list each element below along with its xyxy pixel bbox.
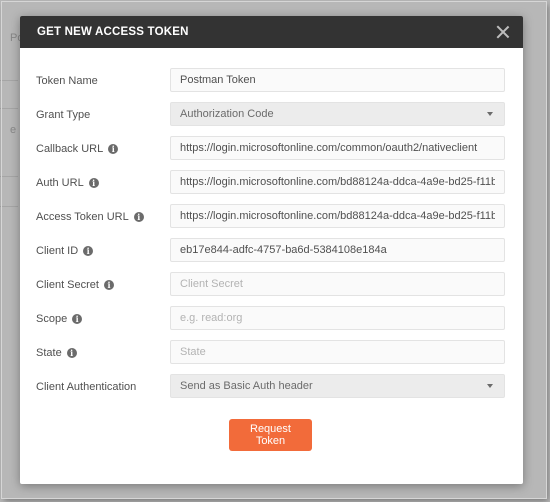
info-icon[interactable]: i <box>66 348 77 358</box>
token-name-label-text: Token Name <box>36 75 98 87</box>
info-icon[interactable]: i <box>133 212 144 222</box>
row-scope: Scope i <box>20 306 523 332</box>
info-icon[interactable]: i <box>103 280 114 290</box>
auth-url-input[interactable] <box>170 170 505 194</box>
close-icon[interactable] <box>495 24 511 40</box>
client-authentication-label: Client Authentication <box>36 374 136 400</box>
row-grant-type: Grant Type Authorization Code <box>20 102 523 128</box>
row-client-id: Client ID i <box>20 238 523 264</box>
scope-label-text: Scope <box>36 313 68 325</box>
row-client-secret: Client Secret i <box>20 272 523 298</box>
client-secret-input[interactable] <box>170 272 505 296</box>
chevron-down-icon <box>487 112 493 116</box>
client-authentication-selected: Send as Basic Auth header <box>180 380 313 392</box>
access-token-dialog: GET NEW ACCESS TOKEN Token Name Grant Ty… <box>20 16 523 484</box>
dialog-header: GET NEW ACCESS TOKEN <box>20 16 523 48</box>
client-id-input[interactable] <box>170 238 505 262</box>
state-input[interactable] <box>170 340 505 364</box>
row-token-name: Token Name <box>20 68 523 94</box>
state-label-text: State <box>36 347 62 359</box>
callback-url-label-text: Callback URL <box>36 143 104 155</box>
state-label: State i <box>36 340 77 366</box>
row-client-authentication: Client Authentication Send as Basic Auth… <box>20 374 523 400</box>
request-token-button[interactable]: Request Token <box>229 419 312 451</box>
row-state: State i <box>20 340 523 366</box>
grant-type-select[interactable]: Authorization Code <box>170 102 505 126</box>
callback-url-input[interactable] <box>170 136 505 160</box>
info-icon[interactable]: i <box>83 246 94 256</box>
dialog-title: GET NEW ACCESS TOKEN <box>37 26 189 38</box>
client-authentication-select[interactable]: Send as Basic Auth header <box>170 374 505 398</box>
token-name-input[interactable] <box>170 68 505 92</box>
grant-type-label: Grant Type <box>36 102 90 128</box>
token-name-label: Token Name <box>36 68 98 94</box>
row-callback-url: Callback URL i <box>20 136 523 162</box>
client-id-label-text: Client ID <box>36 245 79 257</box>
client-secret-label: Client Secret i <box>36 272 114 298</box>
auth-url-label-text: Auth URL <box>36 177 84 189</box>
access-token-url-label-text: Access Token URL <box>36 211 129 223</box>
info-icon[interactable]: i <box>72 314 83 324</box>
client-secret-label-text: Client Secret <box>36 279 99 291</box>
chevron-down-icon <box>487 384 493 388</box>
grant-type-selected: Authorization Code <box>180 108 274 120</box>
callback-url-label: Callback URL i <box>36 136 119 162</box>
scope-label: Scope i <box>36 306 83 332</box>
client-authentication-label-text: Client Authentication <box>36 381 137 393</box>
row-access-token-url: Access Token URL i <box>20 204 523 230</box>
row-auth-url: Auth URL i <box>20 170 523 196</box>
info-icon[interactable]: i <box>88 178 99 188</box>
client-id-label: Client ID i <box>36 238 94 264</box>
auth-url-label: Auth URL i <box>36 170 99 196</box>
grant-type-label-text: Grant Type <box>36 109 91 121</box>
scope-input[interactable] <box>170 306 505 330</box>
access-token-url-label: Access Token URL i <box>36 204 144 230</box>
access-token-url-input[interactable] <box>170 204 505 228</box>
info-icon[interactable]: i <box>108 144 119 154</box>
